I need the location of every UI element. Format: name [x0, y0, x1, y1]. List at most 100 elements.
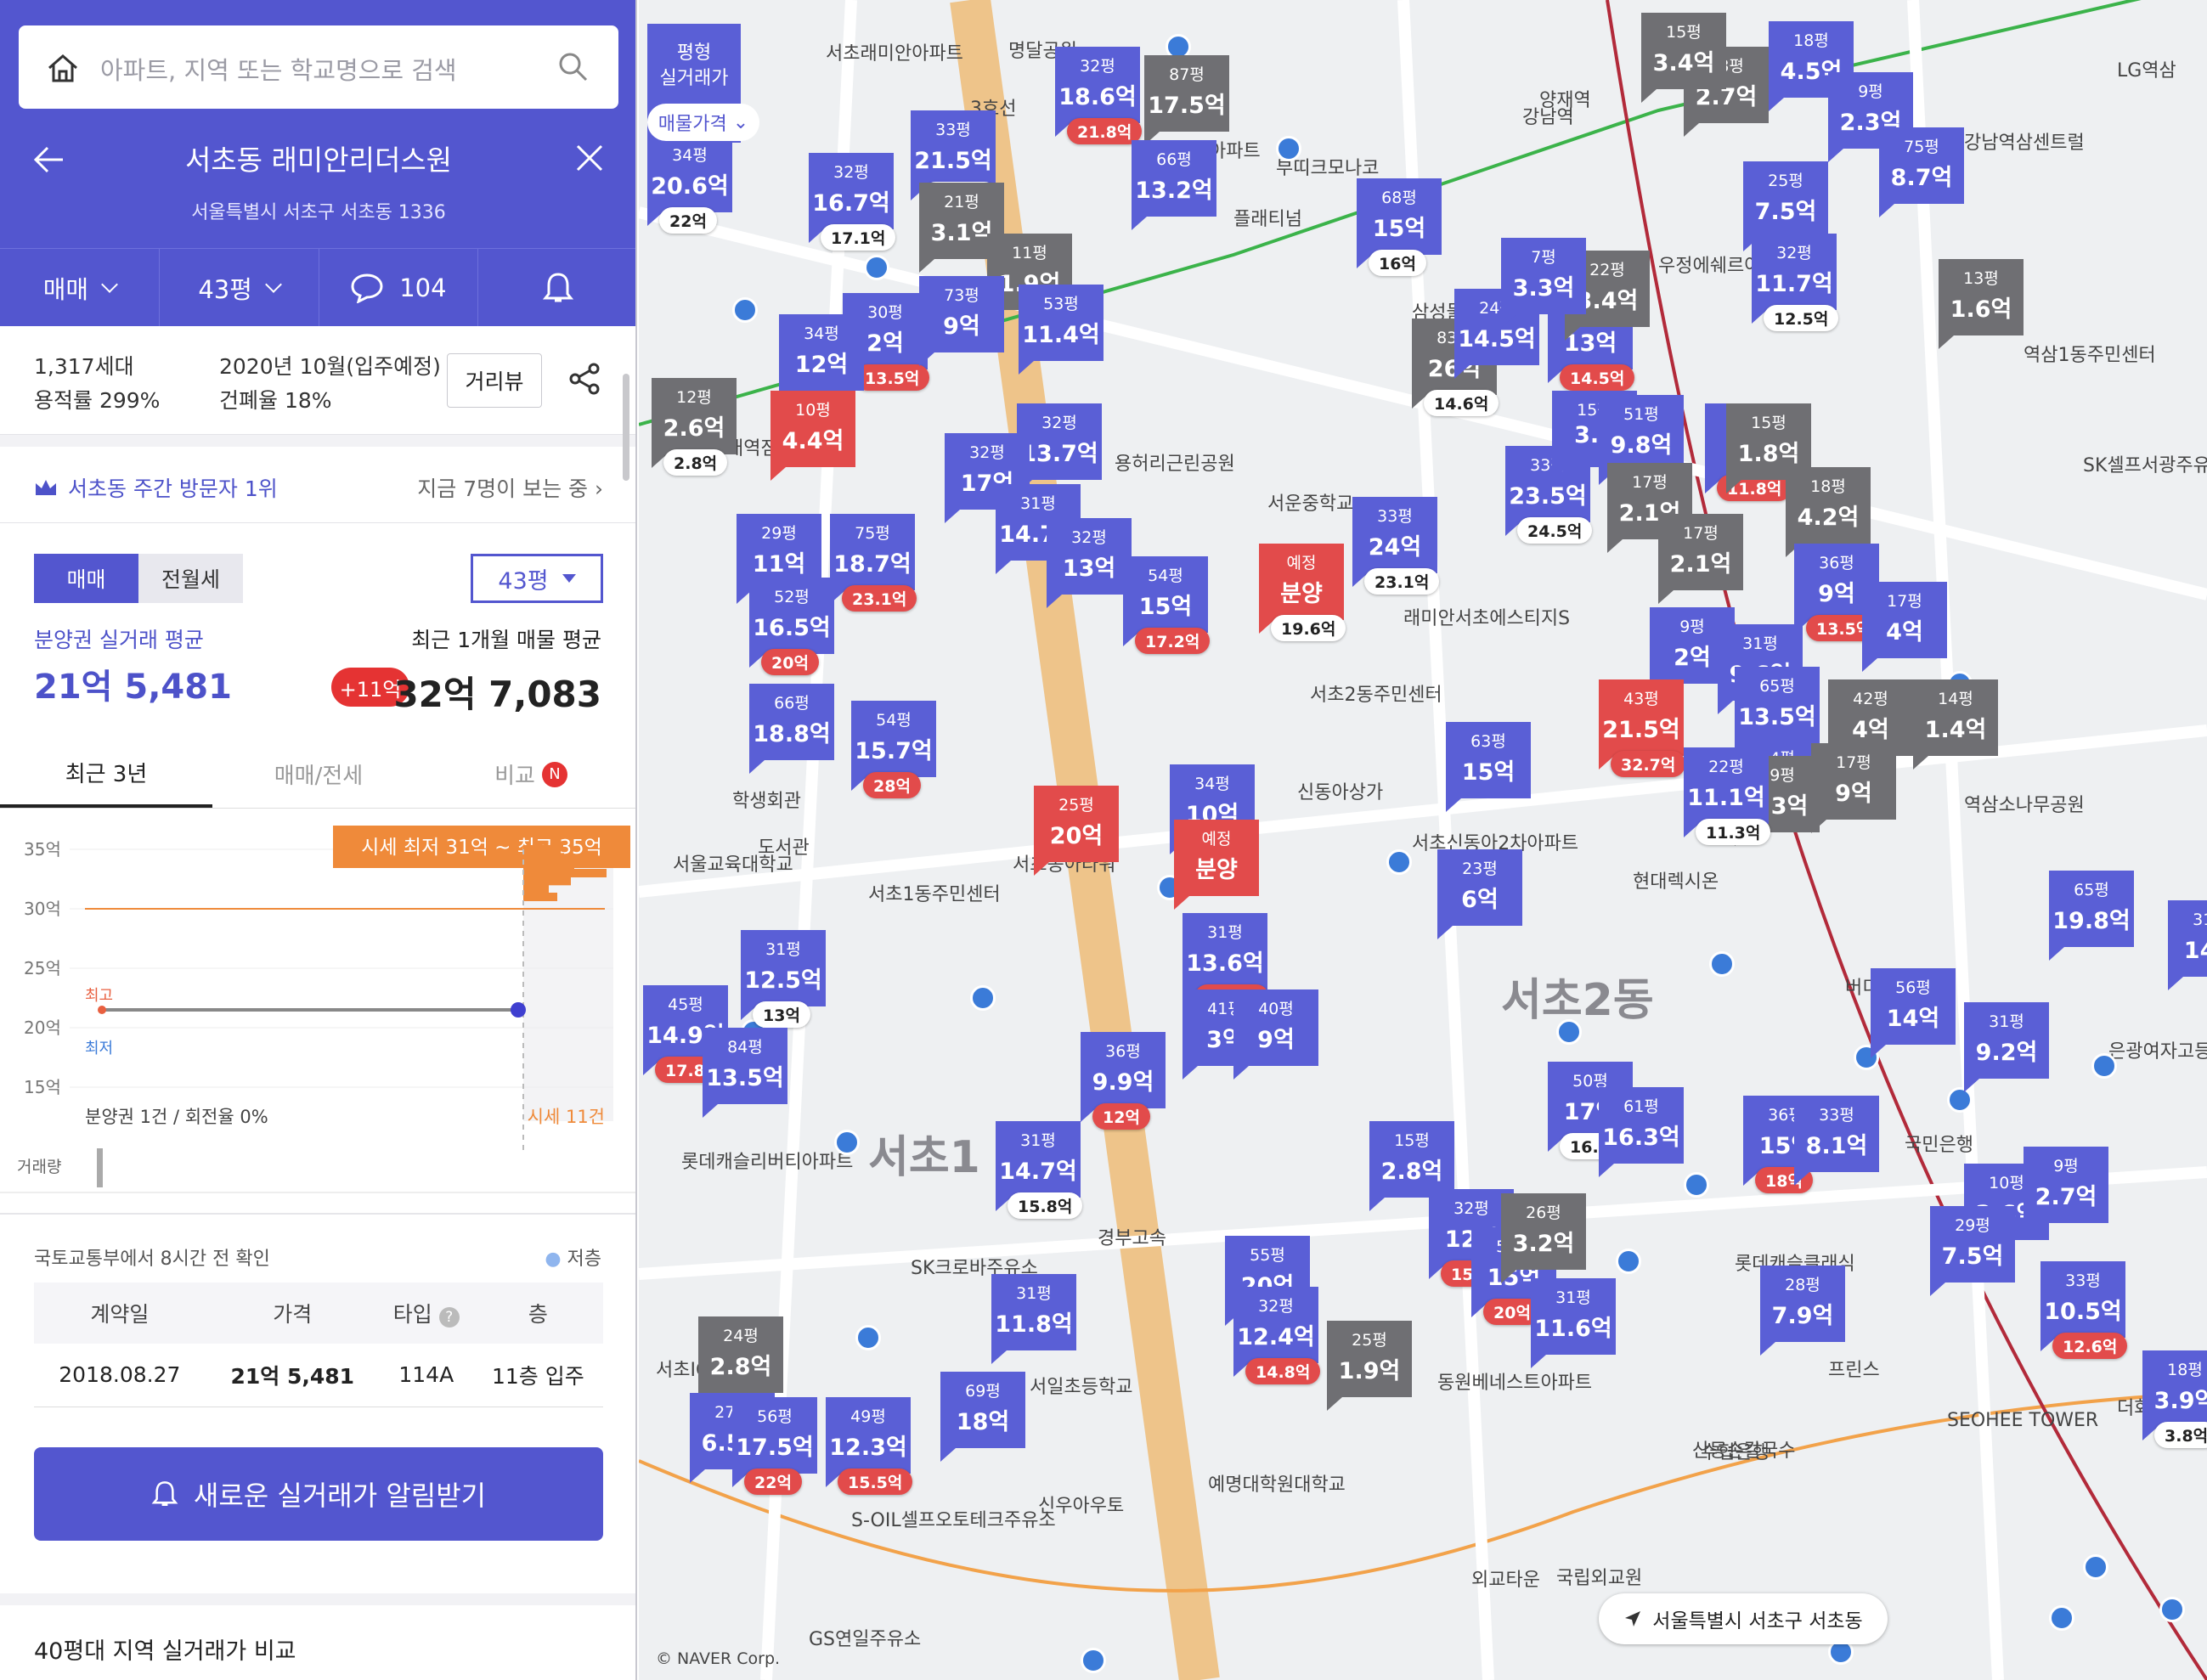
listing-price-pill[interactable]: 12억 — [1092, 1103, 1150, 1130]
bus-stop-icon[interactable] — [1081, 1648, 1106, 1673]
bus-stop-icon[interactable] — [1386, 849, 1412, 875]
price-marker[interactable]: 17평 9억 — [1811, 743, 1896, 833]
bus-stop-icon[interactable] — [1684, 1172, 1709, 1198]
price-marker[interactable]: 36평 9.9억 — [1081, 1032, 1166, 1122]
price-marker[interactable]: 15평 3.4억 — [1641, 13, 1726, 103]
bus-stop-icon[interactable] — [855, 1325, 881, 1350]
map-poi-label[interactable]: 서일초등학교 — [1030, 1372, 1132, 1399]
tab-sale-lease[interactable]: 매매/전세 — [212, 741, 425, 808]
bus-stop-icon[interactable] — [2091, 1053, 2117, 1079]
map-poi-label[interactable]: 은광여자고등학교 — [2108, 1036, 2207, 1063]
price-marker[interactable]: 31평 12.5억 — [741, 930, 826, 1020]
map-poi-label[interactable]: 프린스 — [1828, 1355, 1880, 1382]
comments-button[interactable]: 104 — [319, 249, 479, 326]
visitor-rank-row[interactable]: 서초동 주간 방문자 1위 지금 7명이 보는 중 › — [0, 447, 635, 523]
bus-stop-icon[interactable] — [864, 255, 889, 280]
price-marker[interactable]: 예정 분양 — [1174, 820, 1259, 910]
map-poi-label[interactable]: S-OIL셀프오토테크주유소 — [851, 1505, 1056, 1532]
price-marker[interactable]: 29평 7.5억 — [1930, 1206, 2015, 1296]
map-poi-label[interactable]: 강남역삼센트럴 — [1964, 127, 2085, 155]
price-marker[interactable]: 10평 4.4억 — [770, 391, 855, 481]
map-poi-label[interactable]: 수협은행 — [1701, 1437, 1770, 1464]
bus-stop-icon[interactable] — [2083, 1554, 2108, 1580]
map-poi-label[interactable]: SK셀프서광주유소 — [2083, 450, 2207, 477]
map-poi-label[interactable]: 서운중학교 — [1267, 488, 1353, 516]
price-marker[interactable]: 32평 16.7억 — [809, 153, 894, 243]
map-poi-label[interactable]: 양재역 — [1539, 85, 1591, 112]
price-marker[interactable]: 26평 3.2억 — [1501, 1193, 1586, 1283]
map-poi-label[interactable]: 서초2동주민센터 — [1310, 679, 1442, 707]
listing-price-pill[interactable]: 15.5억 — [838, 1469, 913, 1495]
listing-price-pill[interactable]: 17.2억 — [1135, 628, 1211, 654]
listing-price-pill[interactable]: 22억 — [744, 1469, 802, 1495]
listing-price-pill[interactable]: 32.7억 — [1611, 751, 1686, 777]
listing-price-pill[interactable]: 28억 — [863, 772, 921, 798]
bus-stop-icon[interactable] — [2159, 1597, 2185, 1622]
listing-price-pill[interactable]: 2.8억 — [663, 449, 728, 476]
price-marker[interactable]: 34평 12억 — [779, 314, 864, 404]
price-marker[interactable]: 32평 13.7억 — [1017, 403, 1102, 493]
listing-price-pill[interactable]: 23.1억 — [1364, 568, 1440, 595]
map-poi-label[interactable]: 외교타운 — [1471, 1564, 1540, 1592]
price-marker[interactable]: 69평 18억 — [940, 1372, 1025, 1462]
close-icon[interactable] — [574, 143, 605, 173]
price-marker[interactable]: 53평 11.4억 — [1019, 285, 1104, 375]
bus-stop-icon[interactable] — [834, 1130, 860, 1155]
price-marker[interactable]: 68평 15억 — [1357, 178, 1442, 268]
data-point[interactable] — [511, 1002, 526, 1018]
table-row[interactable]: 2018.08.27 21억 5,481 114A 11층 입주 — [34, 1344, 603, 1407]
price-marker[interactable]: 31평 11.8억 — [991, 1274, 1076, 1364]
listing-price-pill[interactable]: 14.5억 — [1560, 364, 1635, 391]
listing-price-pill[interactable]: 22억 — [659, 207, 717, 234]
price-marker[interactable]: 31평 9.2억 — [1964, 1002, 2049, 1092]
map-poi-label[interactable]: 현대렉시온 — [1633, 866, 1719, 894]
price-marker[interactable]: 32평 13억 — [1047, 518, 1132, 608]
listing-price-pill[interactable]: 20억 — [761, 649, 819, 675]
map-poi-label[interactable]: 경부고속 — [1098, 1223, 1166, 1250]
listing-price-pill[interactable]: 13억 — [753, 1001, 810, 1028]
price-marker[interactable]: 43평 21.5억 — [1599, 679, 1684, 770]
listing-price-pill[interactable]: 15.8억 — [1008, 1192, 1083, 1219]
home-icon[interactable] — [46, 53, 80, 83]
price-marker[interactable]: 75평 8.7억 — [1879, 127, 1964, 217]
price-marker[interactable]: 17평 2.1억 — [1658, 514, 1743, 604]
price-marker[interactable]: 31평14억 — [2168, 900, 2207, 990]
street-view-button[interactable]: 거리뷰 — [447, 353, 542, 408]
price-marker[interactable]: 51평 9.8억 — [1599, 395, 1684, 485]
price-marker[interactable]: 31평 13.6억 — [1183, 913, 1267, 1003]
search-box[interactable]: 아파트, 지역 또는 학교명으로 검색 — [19, 25, 618, 109]
map-poi-label[interactable]: 롯데캐슬리버티아파트 — [681, 1147, 853, 1174]
price-marker[interactable]: 24평 2.8억 — [698, 1316, 783, 1407]
map-poi-label[interactable]: LG역삼 — [2117, 55, 2176, 82]
map-poi-label[interactable]: GS연일주유소 — [809, 1624, 921, 1651]
listing-price-pill[interactable]: 3.8억 — [2154, 1422, 2207, 1448]
price-marker[interactable]: 65평 19.8억 — [2049, 871, 2134, 961]
map-poi-label[interactable]: 용허리근린공원 — [1115, 448, 1235, 476]
map-view[interactable]: 서초래미안아파트명달공원서초진흥아파트부띠크모나코용허리근린공원서운중학교래미안… — [639, 0, 2207, 1680]
price-marker[interactable]: 56평 17.5억 — [732, 1397, 817, 1487]
listing-price-pill[interactable]: 14.8억 — [1245, 1358, 1321, 1384]
price-marker[interactable]: 18평 4.2억 — [1786, 467, 1871, 557]
price-marker[interactable]: 32평 18.6억 — [1055, 47, 1140, 137]
price-marker[interactable]: 예정 분양 — [1259, 544, 1344, 634]
price-marker[interactable]: 17평 4억 — [1862, 582, 1947, 672]
price-marker[interactable]: 32평 12.4억 — [1233, 1287, 1318, 1377]
price-marker[interactable]: 12평 2.6억 — [652, 378, 737, 468]
size-dropdown[interactable]: 43평 — [160, 249, 319, 326]
price-marker[interactable]: 14평 1.4억 — [1913, 679, 1998, 770]
map-poi-label[interactable]: 학생회관 — [732, 786, 801, 813]
price-marker[interactable]: 9평 2.7억 — [2024, 1147, 2108, 1237]
price-marker[interactable]: 66평 18.8억 — [749, 684, 834, 774]
bus-stop-icon[interactable] — [970, 985, 996, 1011]
map-poi-label[interactable]: 동원베네스트아파트 — [1437, 1367, 1592, 1395]
price-marker[interactable]: 22평 11.1억 — [1684, 747, 1769, 837]
price-marker[interactable]: 18평 3.9억 — [2142, 1350, 2207, 1440]
price-marker[interactable]: 63평 15억 — [1446, 722, 1531, 812]
price-marker[interactable]: 15평 2.8억 — [1369, 1121, 1454, 1211]
price-marker[interactable]: 25평 1.9억 — [1327, 1321, 1412, 1411]
map-poi-label[interactable]: 역삼소나무공원 — [1964, 790, 2085, 817]
price-marker[interactable]: 33평 10.5억 — [2040, 1261, 2125, 1351]
price-marker[interactable]: 28평 7.9억 — [1760, 1266, 1845, 1356]
size-select[interactable]: 43평 — [471, 554, 603, 603]
price-marker[interactable]: 31평 14.7억 — [996, 1121, 1081, 1211]
